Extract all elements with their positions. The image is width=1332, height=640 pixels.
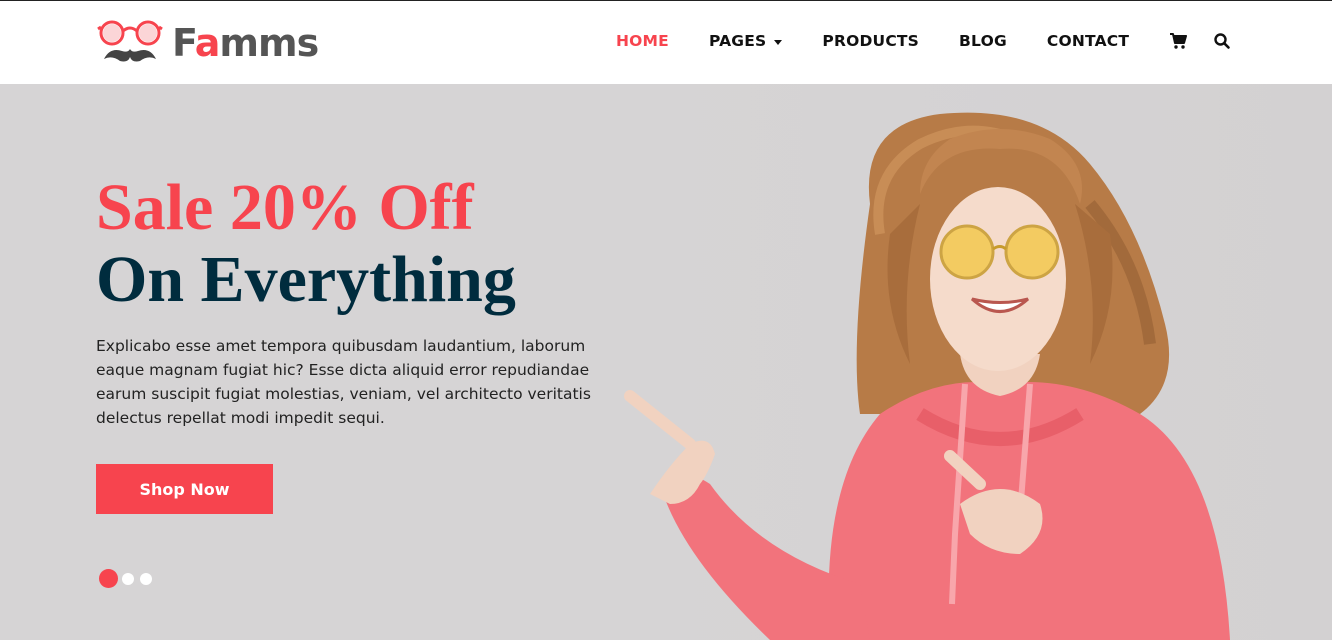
cart-icon[interactable] — [1169, 32, 1188, 50]
hero-description: Explicabo esse amet tempora quibusdam la… — [96, 337, 591, 427]
nav-products[interactable]: PRODUCTS — [822, 30, 919, 52]
nav-blog[interactable]: BLOG — [959, 30, 1007, 52]
hero-title-everything: On Everything — [96, 243, 516, 316]
hero-banner: Sale 20% Off On Everything Explicabo ess… — [0, 84, 1332, 640]
site-header: Famms HOME PAGES PRODUCTS BLOG CONTACT — [0, 1, 1332, 84]
caret-down-icon — [774, 39, 783, 45]
slider-indicators — [99, 569, 158, 588]
logo[interactable]: Famms — [96, 19, 319, 67]
slide-dot-2[interactable] — [122, 572, 134, 585]
hero-title-sale: Sale 20% Off — [96, 171, 474, 244]
nav-pages-label: PAGES — [708, 32, 767, 50]
logo-text: Famms — [172, 21, 319, 65]
nav-pages[interactable]: PAGES — [708, 30, 783, 52]
model-image — [624, 112, 1230, 640]
glasses-mustache-icon — [96, 19, 166, 67]
slide-dot-1[interactable] — [99, 569, 118, 588]
shop-now-button[interactable]: Shop Now — [96, 464, 273, 514]
nav-home[interactable]: HOME — [616, 30, 669, 52]
slide-dot-3[interactable] — [140, 572, 152, 585]
nav-contact[interactable]: CONTACT — [1047, 30, 1129, 52]
main-nav: HOME PAGES PRODUCTS BLOG CONTACT — [616, 30, 1231, 52]
search-icon[interactable] — [1213, 32, 1231, 50]
